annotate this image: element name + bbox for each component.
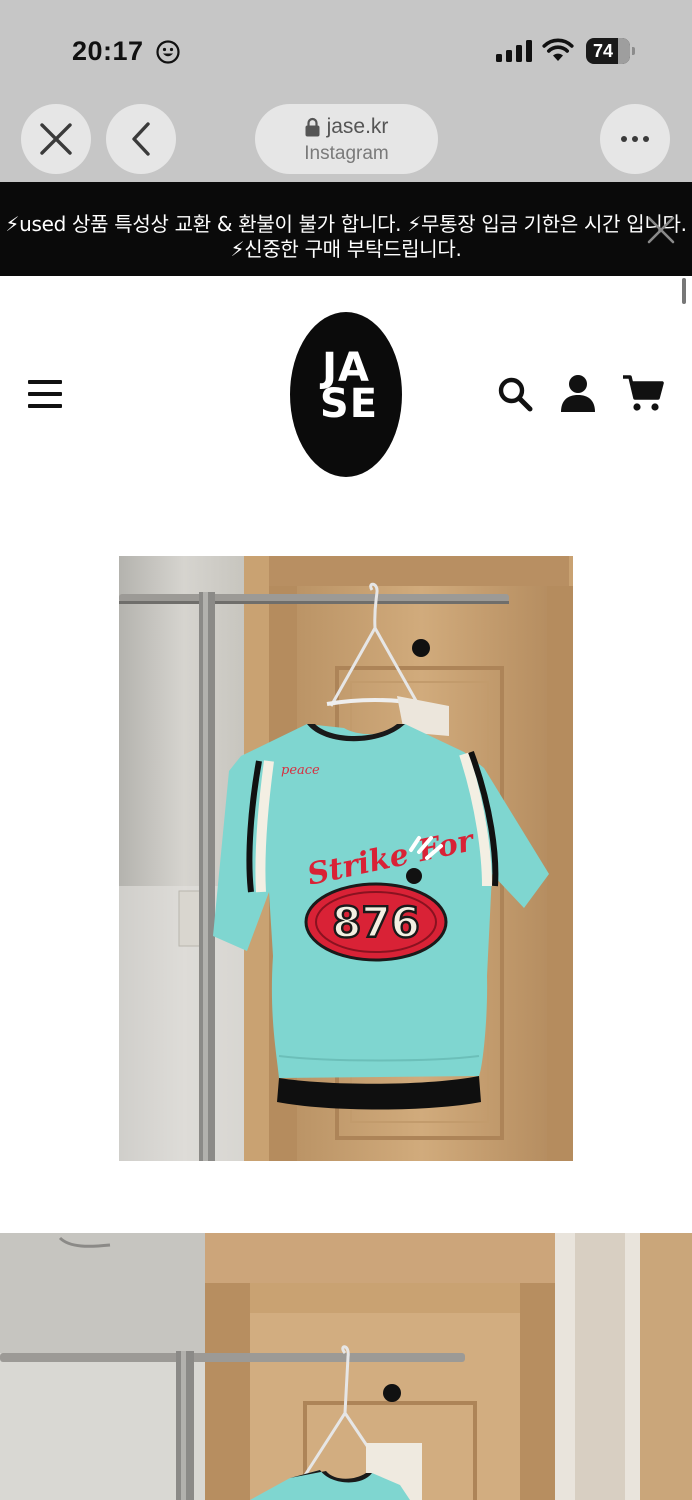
signal-icon	[496, 40, 532, 62]
announcement-text: ⚡used 상품 특성상 교환 & 환불이 불가 합니다. ⚡무통장 입금 기한…	[5, 212, 687, 261]
url-bar[interactable]: jase.kr Instagram	[255, 104, 438, 174]
status-time: 20:17	[72, 36, 144, 66]
scrollbar[interactable]	[682, 278, 686, 304]
status-bar: 20:17 74	[0, 0, 692, 100]
announcement-close-icon[interactable]	[645, 214, 677, 246]
browser-chrome: 20:17 74 jase.kr Instagram	[0, 0, 692, 182]
more-options-button[interactable]	[600, 104, 670, 174]
account-icon[interactable]	[560, 374, 596, 412]
product-photo-second[interactable]	[0, 1233, 692, 1500]
product-photo-back[interactable]: peace Strike For 876	[119, 556, 573, 1161]
site-logo[interactable]: JA SE	[290, 312, 402, 477]
battery-icon: 74	[586, 38, 636, 64]
menu-icon[interactable]	[28, 380, 62, 408]
close-icon	[40, 123, 72, 155]
wifi-icon	[542, 38, 574, 61]
svg-text:peace: peace	[281, 763, 320, 778]
logo-line-2: SE	[319, 381, 379, 427]
svg-text:876: 876	[332, 898, 420, 947]
back-button[interactable]	[106, 104, 176, 174]
battery-level: 74	[592, 41, 614, 61]
lock-icon	[305, 117, 320, 137]
close-browser-button[interactable]	[21, 104, 91, 174]
more-icon	[621, 136, 649, 142]
cart-icon[interactable]	[622, 374, 664, 412]
announcement-bar: ⚡used 상품 특성상 교환 & 환불이 불가 합니다. ⚡무통장 입금 기한…	[0, 182, 692, 276]
url-domain: jase.kr	[326, 115, 389, 138]
url-subtitle: Instagram	[304, 143, 389, 164]
smiley-icon	[156, 40, 180, 64]
back-icon	[132, 122, 150, 156]
search-icon[interactable]	[497, 376, 533, 412]
